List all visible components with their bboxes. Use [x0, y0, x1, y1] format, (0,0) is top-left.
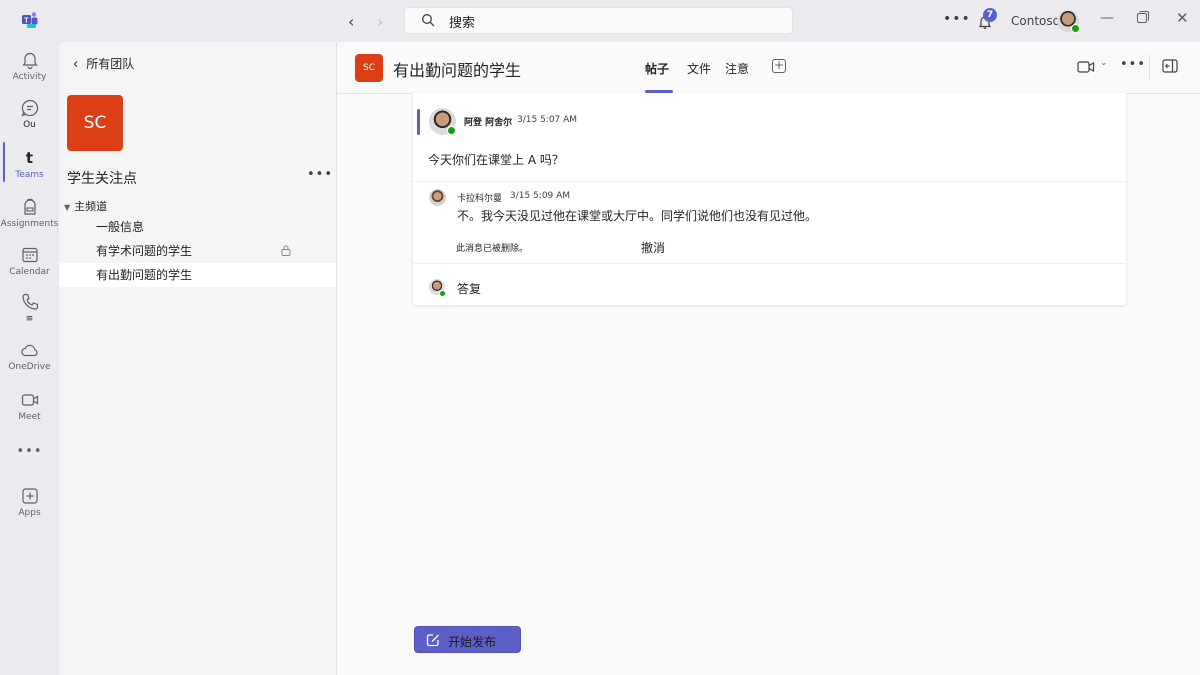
rail-item-chat[interactable]: Ou — [0, 98, 59, 146]
minimize-button[interactable]: — — [1100, 10, 1114, 26]
conversation-card: 阿登 阿舍尔 3/15 5:07 AM 今天你们在课堂上 A 吗？ 卡拉科尔曼 … — [413, 93, 1126, 305]
search-placeholder: 搜索 — [449, 16, 476, 31]
add-tab-button[interactable]: + — [772, 59, 786, 73]
open-side-panel-icon[interactable] — [1162, 59, 1178, 73]
rail-label: Ou — [23, 120, 36, 130]
close-button[interactable]: ✕ — [1176, 9, 1189, 27]
tab-notes[interactable]: 注意 — [725, 60, 749, 77]
rail-label: Teams — [15, 170, 44, 180]
rail-item-apps[interactable]: Apps — [0, 486, 59, 534]
undo-delete-link[interactable]: 撤消 — [641, 239, 665, 256]
maximize-button[interactable] — [1137, 11, 1149, 23]
rail-item-calendar[interactable]: Calendar — [0, 245, 59, 293]
tab-posts[interactable]: 帖子 — [645, 60, 669, 77]
all-teams-back-link[interactable]: ‹ 所有团队 — [73, 55, 134, 72]
new-post-label: 开始发布 — [448, 635, 497, 649]
channel-name: 有学术问题的学生 — [96, 244, 193, 258]
channel-item[interactable]: 一般信息 — [59, 215, 336, 239]
rail-item-onedrive[interactable]: OneDrive — [0, 340, 59, 388]
divider — [413, 181, 1126, 182]
svg-text:T: T — [24, 18, 29, 25]
forward-button[interactable]: › — [377, 12, 383, 31]
presence-available-icon — [447, 126, 456, 135]
bell-icon — [21, 52, 38, 70]
app-rail: Activity Ou t Teams Assignments Calendar… — [0, 42, 59, 675]
rail-label: Apps — [18, 508, 41, 518]
rail-label: Calendar — [9, 267, 50, 277]
search-input[interactable]: 搜索 — [404, 7, 793, 34]
backpack-icon — [23, 198, 36, 215]
channel-item-active[interactable]: 有出勤问题的学生 — [59, 263, 336, 287]
org-name[interactable]: Contoso — [1011, 14, 1060, 28]
channel-main: SC 有出勤问题的学生 帖子 文件 注意 + ⌄ ••• 阿登 阿舍尔 3/15… — [336, 42, 1200, 675]
rail-item-teams[interactable]: t Teams — [0, 148, 59, 196]
reply-author-avatar[interactable] — [429, 189, 446, 206]
post-timestamp: 3/15 5:07 AM — [517, 115, 578, 125]
rail-item-assignments[interactable]: Assignments — [0, 197, 59, 245]
channel-more-button[interactable]: ••• — [1120, 57, 1146, 72]
calendar-icon — [21, 247, 38, 263]
rail-label: OneDrive — [8, 362, 51, 372]
more-icon: ••• — [16, 444, 43, 459]
more-options-button[interactable]: ••• — [943, 11, 971, 27]
presence-available-icon — [439, 290, 446, 297]
channel-name: 有出勤问题的学生 — [96, 268, 193, 282]
section-label: 主频道 — [74, 200, 108, 213]
rail-label: ≡ — [25, 314, 34, 324]
reply-timestamp: 3/15 5:09 AM — [510, 191, 571, 201]
phone-icon — [21, 293, 38, 310]
search-icon — [422, 14, 435, 27]
lock-icon — [281, 245, 291, 256]
reply-body: 不。我今天没见过他在课堂或大厅中。同学们说他们也没有见过他。 — [457, 209, 818, 223]
channel-name: 一般信息 — [96, 220, 145, 234]
team-name: 学生关注点 — [67, 171, 137, 187]
rail-label: Assignments — [0, 219, 59, 229]
rail-label: Activity — [12, 72, 47, 82]
teams-icon: t — [25, 149, 34, 167]
caret-down-icon: ▼ — [64, 203, 71, 212]
teams-logo-icon: T — [22, 12, 38, 28]
reply-button[interactable]: 答复 — [457, 280, 481, 297]
chevron-down-icon[interactable]: ⌄ — [1100, 58, 1108, 68]
rail-label: Meet — [18, 412, 41, 422]
channel-team-avatar: SC — [355, 54, 383, 82]
post-body: 今天你们在课堂上 A 吗？ — [428, 153, 564, 167]
channel-title: 有出勤问题的学生 — [393, 61, 522, 80]
channel-item[interactable]: 有学术问题的学生 — [59, 239, 336, 263]
compose-icon — [426, 634, 439, 647]
presence-available-icon — [1071, 24, 1080, 33]
cloud-icon — [20, 344, 38, 357]
deleted-message-note: 此消息已被删除。 — [456, 244, 529, 254]
team-panel: ‹ 所有团队 SC 学生关注点 ••• ▼ 主频道 一般信息 有学术问题的学生 有出… — [59, 42, 336, 675]
new-post-button[interactable]: 开始发布 — [414, 626, 521, 653]
notification-badge: 7 — [983, 8, 997, 22]
all-teams-label: 所有团队 — [86, 57, 135, 71]
rail-item-meet[interactable]: Meet — [0, 390, 59, 438]
channel-section-toggle[interactable]: ▼ 主频道 — [64, 198, 107, 214]
team-more-button[interactable]: ••• — [307, 167, 333, 182]
back-button[interactable]: ‹ — [348, 12, 354, 31]
rail-item-activity[interactable]: Activity — [0, 50, 59, 98]
video-icon — [21, 394, 38, 406]
divider — [1149, 54, 1150, 80]
unread-accent-bar — [417, 109, 420, 135]
rail-item-more[interactable]: ••• — [0, 444, 59, 492]
tab-files[interactable]: 文件 — [687, 60, 711, 77]
team-avatar: SC — [67, 95, 123, 151]
rail-item-calls[interactable]: ≡ — [0, 292, 59, 340]
post-author[interactable]: 阿登 阿舍尔 — [464, 115, 512, 128]
divider — [413, 263, 1126, 264]
reply-author[interactable]: 卡拉科尔曼 — [457, 191, 502, 204]
chat-icon — [21, 99, 38, 117]
chevron-left-icon: ‹ — [73, 57, 79, 72]
channel-header: SC 有出勤问题的学生 帖子 文件 注意 + ⌄ ••• — [337, 42, 1200, 94]
apps-icon — [21, 488, 38, 504]
meet-video-icon[interactable] — [1077, 60, 1095, 74]
title-bar: T ‹ › 搜索 ••• 7 Contoso — ✕ — [0, 0, 1200, 42]
